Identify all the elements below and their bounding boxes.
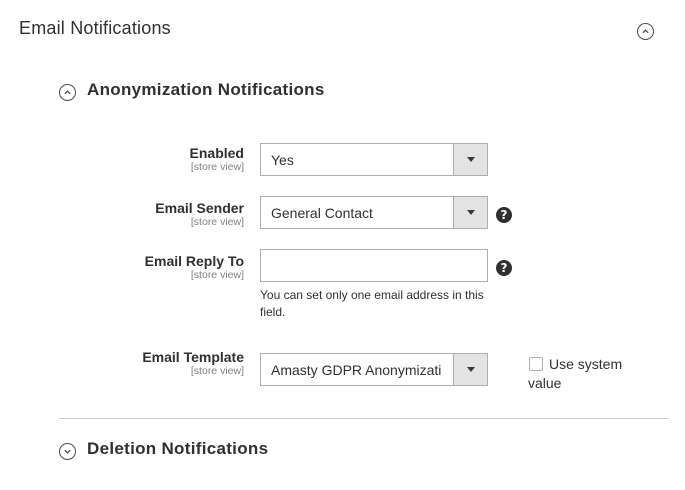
anonymization-collapse-icon[interactable] [59, 84, 76, 101]
section-collapse-icon[interactable] [637, 23, 654, 40]
email-reply-to-input[interactable] [260, 249, 488, 282]
enabled-label: Enabled [189, 145, 244, 161]
chevron-down-icon [466, 157, 475, 162]
enabled-scope: [store view] [190, 161, 244, 173]
use-system-value-label[interactable]: Use system value [528, 355, 648, 393]
email-template-scope: [store view] [190, 365, 244, 377]
email-template-select[interactable]: Amasty GDPR Anonymizati [260, 353, 488, 386]
email-sender-scope: [store view] [190, 216, 244, 228]
email-sender-label: Email Sender [155, 200, 244, 216]
email-reply-to-label: Email Reply To [144, 253, 244, 269]
email-sender-select-arrow[interactable] [453, 197, 487, 228]
email-sender-select[interactable]: General Contact [260, 196, 488, 229]
email-sender-select-value: General Contact [271, 204, 373, 221]
enabled-select-value: Yes [271, 151, 294, 168]
section-title[interactable]: Email Notifications [19, 18, 171, 39]
enabled-select[interactable]: Yes [260, 143, 488, 176]
email-template-label: Email Template [142, 349, 244, 365]
chevron-down-icon [466, 367, 475, 372]
email-reply-to-scope: [store view] [190, 269, 244, 281]
email-reply-to-help-icon[interactable]: ? [496, 260, 512, 276]
email-template-select-arrow[interactable] [453, 354, 487, 385]
anonymization-title[interactable]: Anonymization Notifications [87, 80, 325, 100]
email-template-select-value: Amasty GDPR Anonymizati [271, 361, 442, 378]
deletion-title[interactable]: Deletion Notifications [87, 439, 268, 459]
email-sender-help-icon[interactable]: ? [496, 207, 512, 223]
email-reply-to-note: You can set only one email address in th… [260, 288, 484, 319]
enabled-select-arrow[interactable] [453, 144, 487, 175]
deletion-expand-icon[interactable] [59, 443, 76, 460]
chevron-down-icon [466, 210, 475, 215]
section-divider [59, 418, 668, 419]
